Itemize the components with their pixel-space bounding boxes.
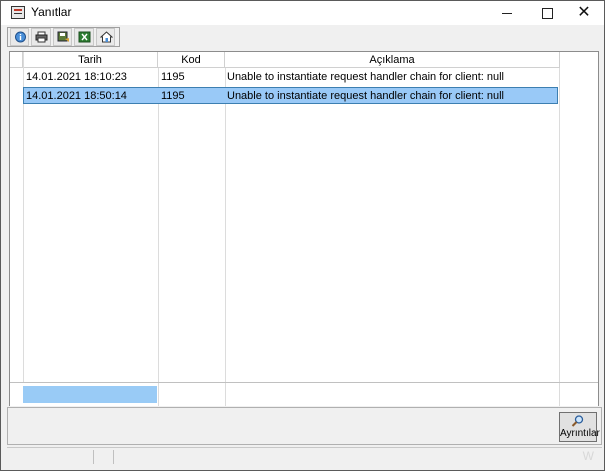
toolbar-button-save[interactable] [52,28,73,46]
close-button[interactable]: ✕ [561,1,605,25]
grid-line [158,68,159,398]
column-header-date[interactable]: Tarih [23,52,158,68]
column-header-code[interactable]: Kod [158,52,225,68]
excel-icon [78,31,91,43]
table-row-selected[interactable]: 14.01.2021 18:50:14 1195 Unable to insta… [23,87,558,104]
status-divider [93,450,94,464]
status-bar: W [7,447,602,466]
row-selector-header [10,52,23,68]
app-icon [11,6,25,19]
details-button-label: Ayrıntılar [560,428,600,439]
toolbar-button-print[interactable] [31,28,51,46]
magnifier-icon [571,415,584,427]
watermark: W [582,449,594,463]
footer-selection [23,386,157,403]
grid-line [559,383,560,406]
column-header-description[interactable]: Açıklama [225,52,560,68]
toolbar [7,27,120,47]
title-bar[interactable]: Yanıtlar ✕ [1,1,604,25]
cell-code: 1195 [161,71,185,83]
close-icon: ✕ [577,4,591,21]
details-button[interactable]: Ayrıntılar [559,412,600,442]
cell-date: 14.01.2021 18:50:14 [26,90,127,102]
cell-date: 14.01.2021 18:10:23 [26,71,127,83]
bottom-panel: Ayrıntılar [7,407,602,445]
window: Yanıtlar ✕ Tarih Kod Açıklama 14.01.2021… [0,0,605,471]
home-export-icon [99,31,113,43]
cell-description: Unable to instantiate request handler ch… [227,71,505,83]
toolbar-button-home[interactable] [95,28,116,46]
cell-description: Unable to instantiate request handler ch… [227,90,505,102]
grid-footer-row [10,382,598,406]
window-title: Yanıtlar [31,5,72,19]
grid-line [225,68,226,398]
grid-line [559,68,560,398]
table-row[interactable]: 14.01.2021 18:10:23 1195 Unable to insta… [23,69,558,86]
status-divider [113,450,114,464]
printer-icon [35,31,48,43]
save-export-icon [57,31,69,42]
toolbar-button-excel[interactable] [74,28,94,46]
info-globe-icon [15,31,26,43]
grid-line [225,383,226,406]
cell-code: 1195 [161,90,185,102]
responses-grid[interactable]: Tarih Kod Açıklama 14.01.2021 18:10:23 1… [9,51,599,406]
maximize-icon [541,7,553,19]
toolbar-button-info[interactable] [10,28,30,46]
minimize-icon [502,12,512,14]
grid-line [158,383,159,406]
